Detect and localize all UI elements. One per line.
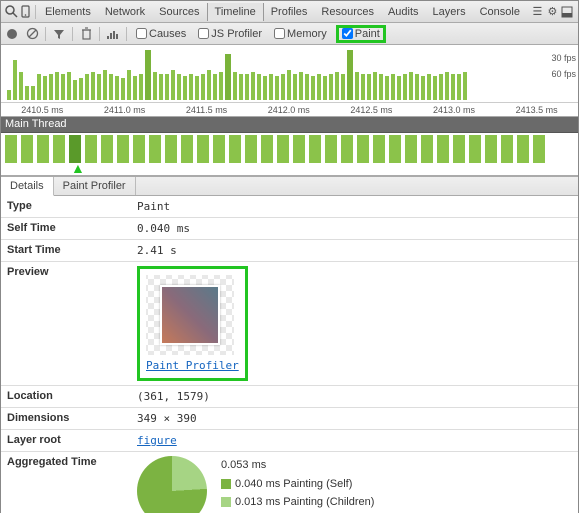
tab-sources[interactable]: Sources	[152, 3, 206, 21]
tab-resources[interactable]: Resources	[314, 3, 381, 21]
record-icon[interactable]	[5, 27, 19, 41]
label-starttime: Start Time	[7, 244, 137, 256]
value-starttime: 2.41 s	[137, 244, 572, 257]
agg-self: 0.040 ms Painting (Self)	[235, 478, 352, 490]
tab-network[interactable]: Network	[98, 3, 152, 21]
label-type: Type	[7, 200, 137, 212]
preview-highlight: Paint Profiler	[137, 266, 248, 381]
main-thread-track[interactable]: ▲	[1, 133, 578, 176]
tab-details[interactable]: Details	[1, 177, 54, 196]
tab-layers[interactable]: Layers	[426, 3, 473, 21]
settings-icon[interactable]: ⚙	[546, 5, 559, 19]
time-axis: 2410.5 ms2411.0 ms2411.5 ms 2412.0 ms241…	[1, 102, 578, 116]
timeline-toolbar: Causes JS Profiler Memory Paint	[1, 23, 578, 45]
paint-checkbox[interactable]: Paint	[336, 25, 386, 43]
details-pane: TypePaint Self Time0.040 ms Start Time2.…	[1, 196, 578, 513]
causes-checkbox[interactable]: Causes	[133, 28, 189, 40]
paint-profiler-link[interactable]: Paint Profiler	[146, 359, 239, 372]
memory-checkbox[interactable]: Memory	[271, 28, 330, 40]
swatch-self	[221, 479, 231, 489]
gc-icon[interactable]	[79, 27, 93, 41]
tab-audits[interactable]: Audits	[381, 3, 426, 21]
clear-icon[interactable]	[25, 27, 39, 41]
value-dimensions: 349 × 390	[137, 412, 572, 425]
label-selftime: Self Time	[7, 222, 137, 234]
tab-elements[interactable]: Elements	[38, 3, 98, 21]
label-preview: Preview	[7, 266, 137, 278]
main-thread-label: Main Thread	[1, 117, 578, 133]
agg-children: 0.013 ms Painting (Children)	[235, 496, 374, 508]
filter-icon[interactable]	[52, 27, 66, 41]
tab-timeline[interactable]: Timeline	[207, 3, 264, 21]
detail-tabs: Details Paint Profiler	[1, 176, 578, 196]
swatch-children	[221, 497, 231, 507]
overview-bars	[1, 50, 578, 100]
device-icon[interactable]	[20, 5, 33, 19]
panel-tabs: Elements Network Sources Timeline Profil…	[38, 3, 527, 21]
agg-total: 0.053 ms	[221, 456, 374, 475]
top-bar: Elements Network Sources Timeline Profil…	[1, 1, 578, 23]
tab-paint-profiler[interactable]: Paint Profiler	[54, 177, 136, 195]
label-location: Location	[7, 390, 137, 402]
preview-thumb	[146, 275, 234, 355]
layer-root-link[interactable]: figure	[137, 434, 177, 447]
jsprofiler-checkbox[interactable]: JS Profiler	[195, 28, 265, 40]
pie-legend: 0.053 ms 0.040 ms Painting (Self) 0.013 …	[221, 456, 374, 512]
timeline-overview[interactable]: 30 fps 60 fps 2410.5 ms2411.0 ms2411.5 m…	[1, 45, 578, 117]
label-dimensions: Dimensions	[7, 412, 137, 424]
search-icon[interactable]	[5, 5, 18, 19]
drawer-icon[interactable]: ☰	[531, 5, 544, 19]
view-mode-icon[interactable]	[106, 27, 120, 41]
label-aggtime: Aggregated Time	[7, 456, 137, 468]
preview-image	[160, 285, 220, 345]
arrow-up-icon: ▲	[71, 160, 85, 176]
label-layerroot: Layer root	[7, 434, 137, 446]
value-type: Paint	[137, 200, 572, 213]
dock-icon[interactable]	[561, 5, 574, 19]
value-location: (361, 1579)	[137, 390, 572, 403]
tab-console[interactable]: Console	[473, 3, 527, 21]
pie-chart	[137, 456, 207, 513]
value-selftime: 0.040 ms	[137, 222, 572, 235]
tab-profiles[interactable]: Profiles	[264, 3, 315, 21]
